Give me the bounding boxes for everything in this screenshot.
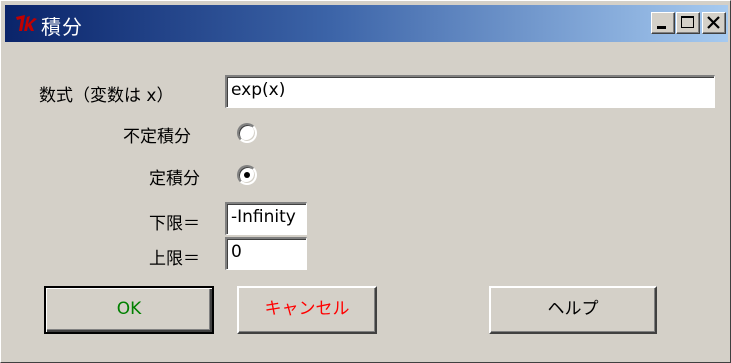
title-bar[interactable]: 積分 <box>5 5 728 42</box>
help-button[interactable]: ヘルプ <box>489 286 657 334</box>
lower-limit-input[interactable]: -Infinity <box>225 202 307 235</box>
definite-integral-radio[interactable] <box>237 165 257 185</box>
minimize-icon <box>657 26 666 29</box>
lower-limit-label: 下限＝ <box>149 214 200 234</box>
close-button[interactable] <box>702 12 726 34</box>
ok-button[interactable]: OK <box>44 286 214 334</box>
cancel-button[interactable]: キャンセル <box>237 286 377 334</box>
minimize-button[interactable] <box>651 12 675 34</box>
window-title: 積分 <box>41 15 83 39</box>
upper-limit-label: 上限＝ <box>149 249 200 269</box>
indefinite-integral-label: 不定積分 <box>123 127 191 147</box>
maximize-icon <box>681 16 694 28</box>
radio-selected-dot <box>244 172 250 178</box>
close-icon <box>707 16 720 29</box>
expression-input[interactable]: exp(x) <box>225 75 715 108</box>
definite-integral-label: 定積分 <box>149 169 200 189</box>
maximize-button[interactable] <box>676 12 700 34</box>
indefinite-integral-radio[interactable] <box>237 123 257 143</box>
expression-label: 数式（変数は x） <box>39 86 174 106</box>
integral-dialog: 積分 数式（変数は x） exp(x) 不定積分 定積分 下限＝ -Infini… <box>0 0 731 363</box>
upper-limit-input[interactable]: 0 <box>225 237 307 270</box>
tk-logo-icon <box>16 15 37 31</box>
